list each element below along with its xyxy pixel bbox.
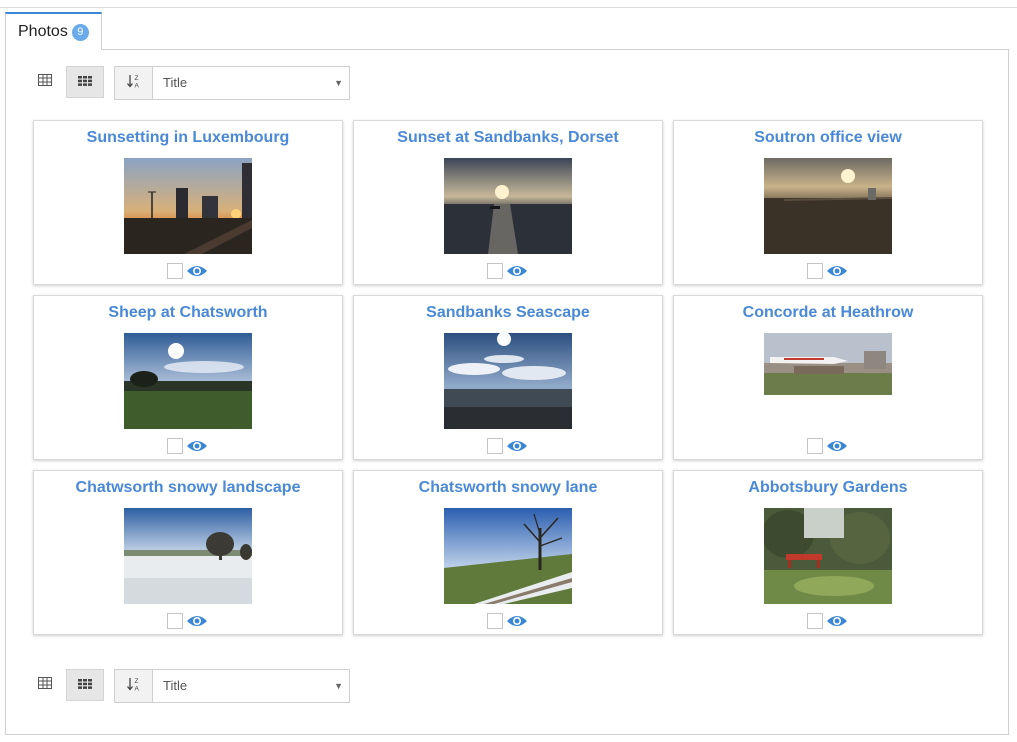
photo-card: Sunset at Sandbanks, Dorset xyxy=(353,120,663,285)
photo-thumbnail[interactable] xyxy=(764,158,892,254)
select-checkbox[interactable] xyxy=(807,263,823,279)
select-checkbox[interactable] xyxy=(487,438,503,454)
photo-thumbnail[interactable] xyxy=(124,508,252,604)
card-actions xyxy=(487,262,528,280)
photos-panel: ZA Title ▼ Sunsetting in Luxembourg Suns… xyxy=(5,49,1009,735)
photo-thumbnail[interactable] xyxy=(444,158,572,254)
eye-icon[interactable] xyxy=(826,263,848,279)
photo-card: Sandbanks Seascape xyxy=(353,295,663,460)
select-checkbox[interactable] xyxy=(807,613,823,629)
photo-card: Sunsetting in Luxembourg xyxy=(33,120,343,285)
photo-thumbnail[interactable] xyxy=(444,508,572,604)
table-view-button[interactable] xyxy=(26,66,64,98)
top-rule xyxy=(0,7,1017,8)
eye-icon[interactable] xyxy=(186,263,208,279)
chevron-down-icon: ▼ xyxy=(334,681,343,691)
photo-thumbnail[interactable] xyxy=(444,333,572,429)
photo-title-link[interactable]: Chatsworth snowy lane xyxy=(354,479,662,497)
photo-card: Chatsworth snowy lane xyxy=(353,470,663,635)
sort-field-select[interactable]: Title ▼ xyxy=(153,67,349,99)
sort-az-icon: ZA xyxy=(126,676,142,697)
grid-view-icon xyxy=(78,676,92,694)
card-actions xyxy=(167,437,208,455)
photo-title-link[interactable]: Sunset at Sandbanks, Dorset xyxy=(354,129,662,147)
eye-icon[interactable] xyxy=(506,613,528,629)
photo-card: Abbotsbury Gardens xyxy=(673,470,983,635)
sort-control: ZA Title ▼ xyxy=(114,669,350,703)
grid-view-button[interactable] xyxy=(66,669,104,701)
photo-card: Chatwsorth snowy landscape xyxy=(33,470,343,635)
grid-view-button[interactable] xyxy=(66,66,104,98)
card-actions xyxy=(807,437,848,455)
photo-title-link[interactable]: Concorde at Heathrow xyxy=(674,304,982,322)
tab-photos-label: Photos xyxy=(18,23,68,40)
toolbar-bottom: ZA Title ▼ xyxy=(6,669,406,703)
table-view-button[interactable] xyxy=(26,669,64,701)
card-actions xyxy=(807,262,848,280)
eye-icon[interactable] xyxy=(186,438,208,454)
svg-text:A: A xyxy=(134,82,139,89)
select-checkbox[interactable] xyxy=(487,263,503,279)
select-checkbox[interactable] xyxy=(167,438,183,454)
svg-text:Z: Z xyxy=(134,678,138,685)
sort-field-select[interactable]: Title ▼ xyxy=(153,670,349,702)
photo-thumbnail[interactable] xyxy=(764,508,892,604)
photo-title-link[interactable]: Sheep at Chatsworth xyxy=(34,304,342,322)
chevron-down-icon: ▼ xyxy=(334,78,343,88)
eye-icon[interactable] xyxy=(826,613,848,629)
eye-icon[interactable] xyxy=(506,438,528,454)
photo-title-link[interactable]: Abbotsbury Gardens xyxy=(674,479,982,497)
photo-grid: Sunsetting in Luxembourg Sunset at Sandb… xyxy=(33,120,983,640)
photo-thumbnail[interactable] xyxy=(124,333,252,429)
card-actions xyxy=(807,612,848,630)
svg-text:Z: Z xyxy=(134,75,138,82)
select-checkbox[interactable] xyxy=(167,613,183,629)
card-actions xyxy=(167,612,208,630)
card-actions xyxy=(487,612,528,630)
toolbar-top: ZA Title ▼ xyxy=(6,66,406,100)
grid-view-icon xyxy=(78,73,92,91)
eye-icon[interactable] xyxy=(826,438,848,454)
sort-az-icon: ZA xyxy=(126,73,142,94)
eye-icon[interactable] xyxy=(506,263,528,279)
table-view-icon xyxy=(38,73,52,91)
sort-direction-button[interactable]: ZA xyxy=(115,67,153,99)
table-view-icon xyxy=(38,676,52,694)
photo-title-link[interactable]: Sunsetting in Luxembourg xyxy=(34,129,342,147)
select-checkbox[interactable] xyxy=(167,263,183,279)
select-checkbox[interactable] xyxy=(807,438,823,454)
svg-text:A: A xyxy=(134,685,139,692)
eye-icon[interactable] xyxy=(186,613,208,629)
select-checkbox[interactable] xyxy=(487,613,503,629)
card-actions xyxy=(487,437,528,455)
photo-title-link[interactable]: Chatwsorth snowy landscape xyxy=(34,479,342,497)
sort-direction-button[interactable]: ZA xyxy=(115,670,153,702)
sort-field-value: Title xyxy=(163,75,188,90)
photo-title-link[interactable]: Soutron office view xyxy=(674,129,982,147)
photo-thumbnail[interactable] xyxy=(764,333,892,395)
photo-card: Concorde at Heathrow xyxy=(673,295,983,460)
photo-thumbnail[interactable] xyxy=(124,158,252,254)
card-actions xyxy=(167,262,208,280)
photo-title-link[interactable]: Sandbanks Seascape xyxy=(354,304,662,322)
tab-photos[interactable]: Photos 9 xyxy=(5,12,102,50)
photo-card: Soutron office view xyxy=(673,120,983,285)
photo-card: Sheep at Chatsworth xyxy=(33,295,343,460)
sort-control: ZA Title ▼ xyxy=(114,66,350,100)
photo-count-badge: 9 xyxy=(71,23,89,41)
sort-field-value: Title xyxy=(163,678,188,693)
